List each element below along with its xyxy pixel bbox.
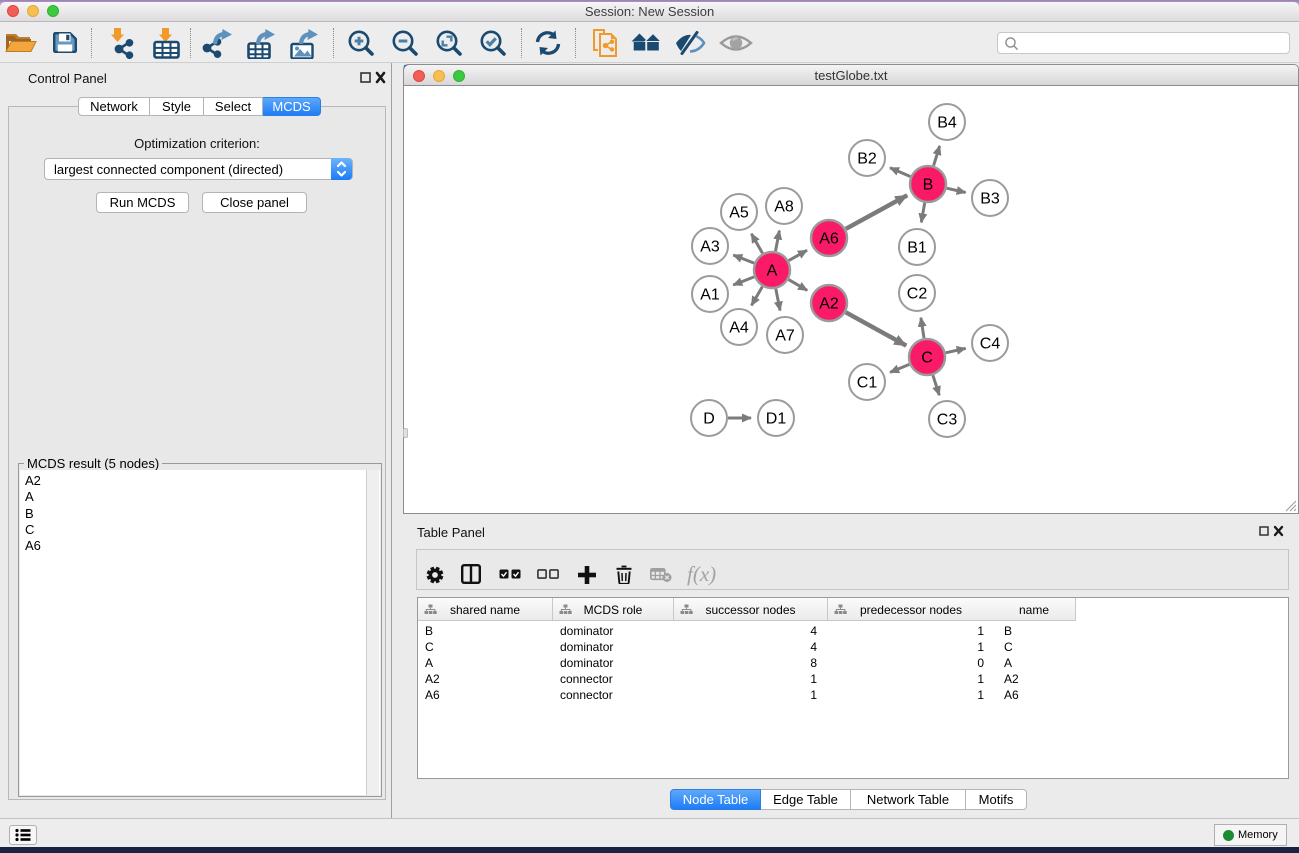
svg-text:A3: A3: [700, 239, 720, 256]
svg-text:A5: A5: [729, 205, 749, 222]
svg-text:A: A: [767, 263, 778, 280]
svg-text:B3: B3: [980, 191, 1000, 208]
svg-text:A6: A6: [819, 231, 839, 248]
svg-text:D: D: [703, 411, 715, 428]
svg-text:A4: A4: [729, 320, 749, 337]
svg-text:A7: A7: [775, 328, 795, 345]
svg-text:C3: C3: [937, 412, 958, 429]
svg-text:B1: B1: [907, 240, 927, 257]
svg-text:B: B: [923, 177, 934, 194]
svg-text:C: C: [921, 350, 933, 367]
svg-text:A8: A8: [774, 199, 794, 216]
svg-text:C1: C1: [857, 375, 878, 392]
svg-text:B2: B2: [857, 151, 877, 168]
svg-text:D1: D1: [766, 411, 787, 428]
svg-text:A2: A2: [819, 296, 839, 313]
svg-text:B4: B4: [937, 115, 957, 132]
svg-text:C4: C4: [980, 336, 1001, 353]
svg-text:C2: C2: [907, 286, 928, 303]
svg-text:A1: A1: [700, 287, 720, 304]
